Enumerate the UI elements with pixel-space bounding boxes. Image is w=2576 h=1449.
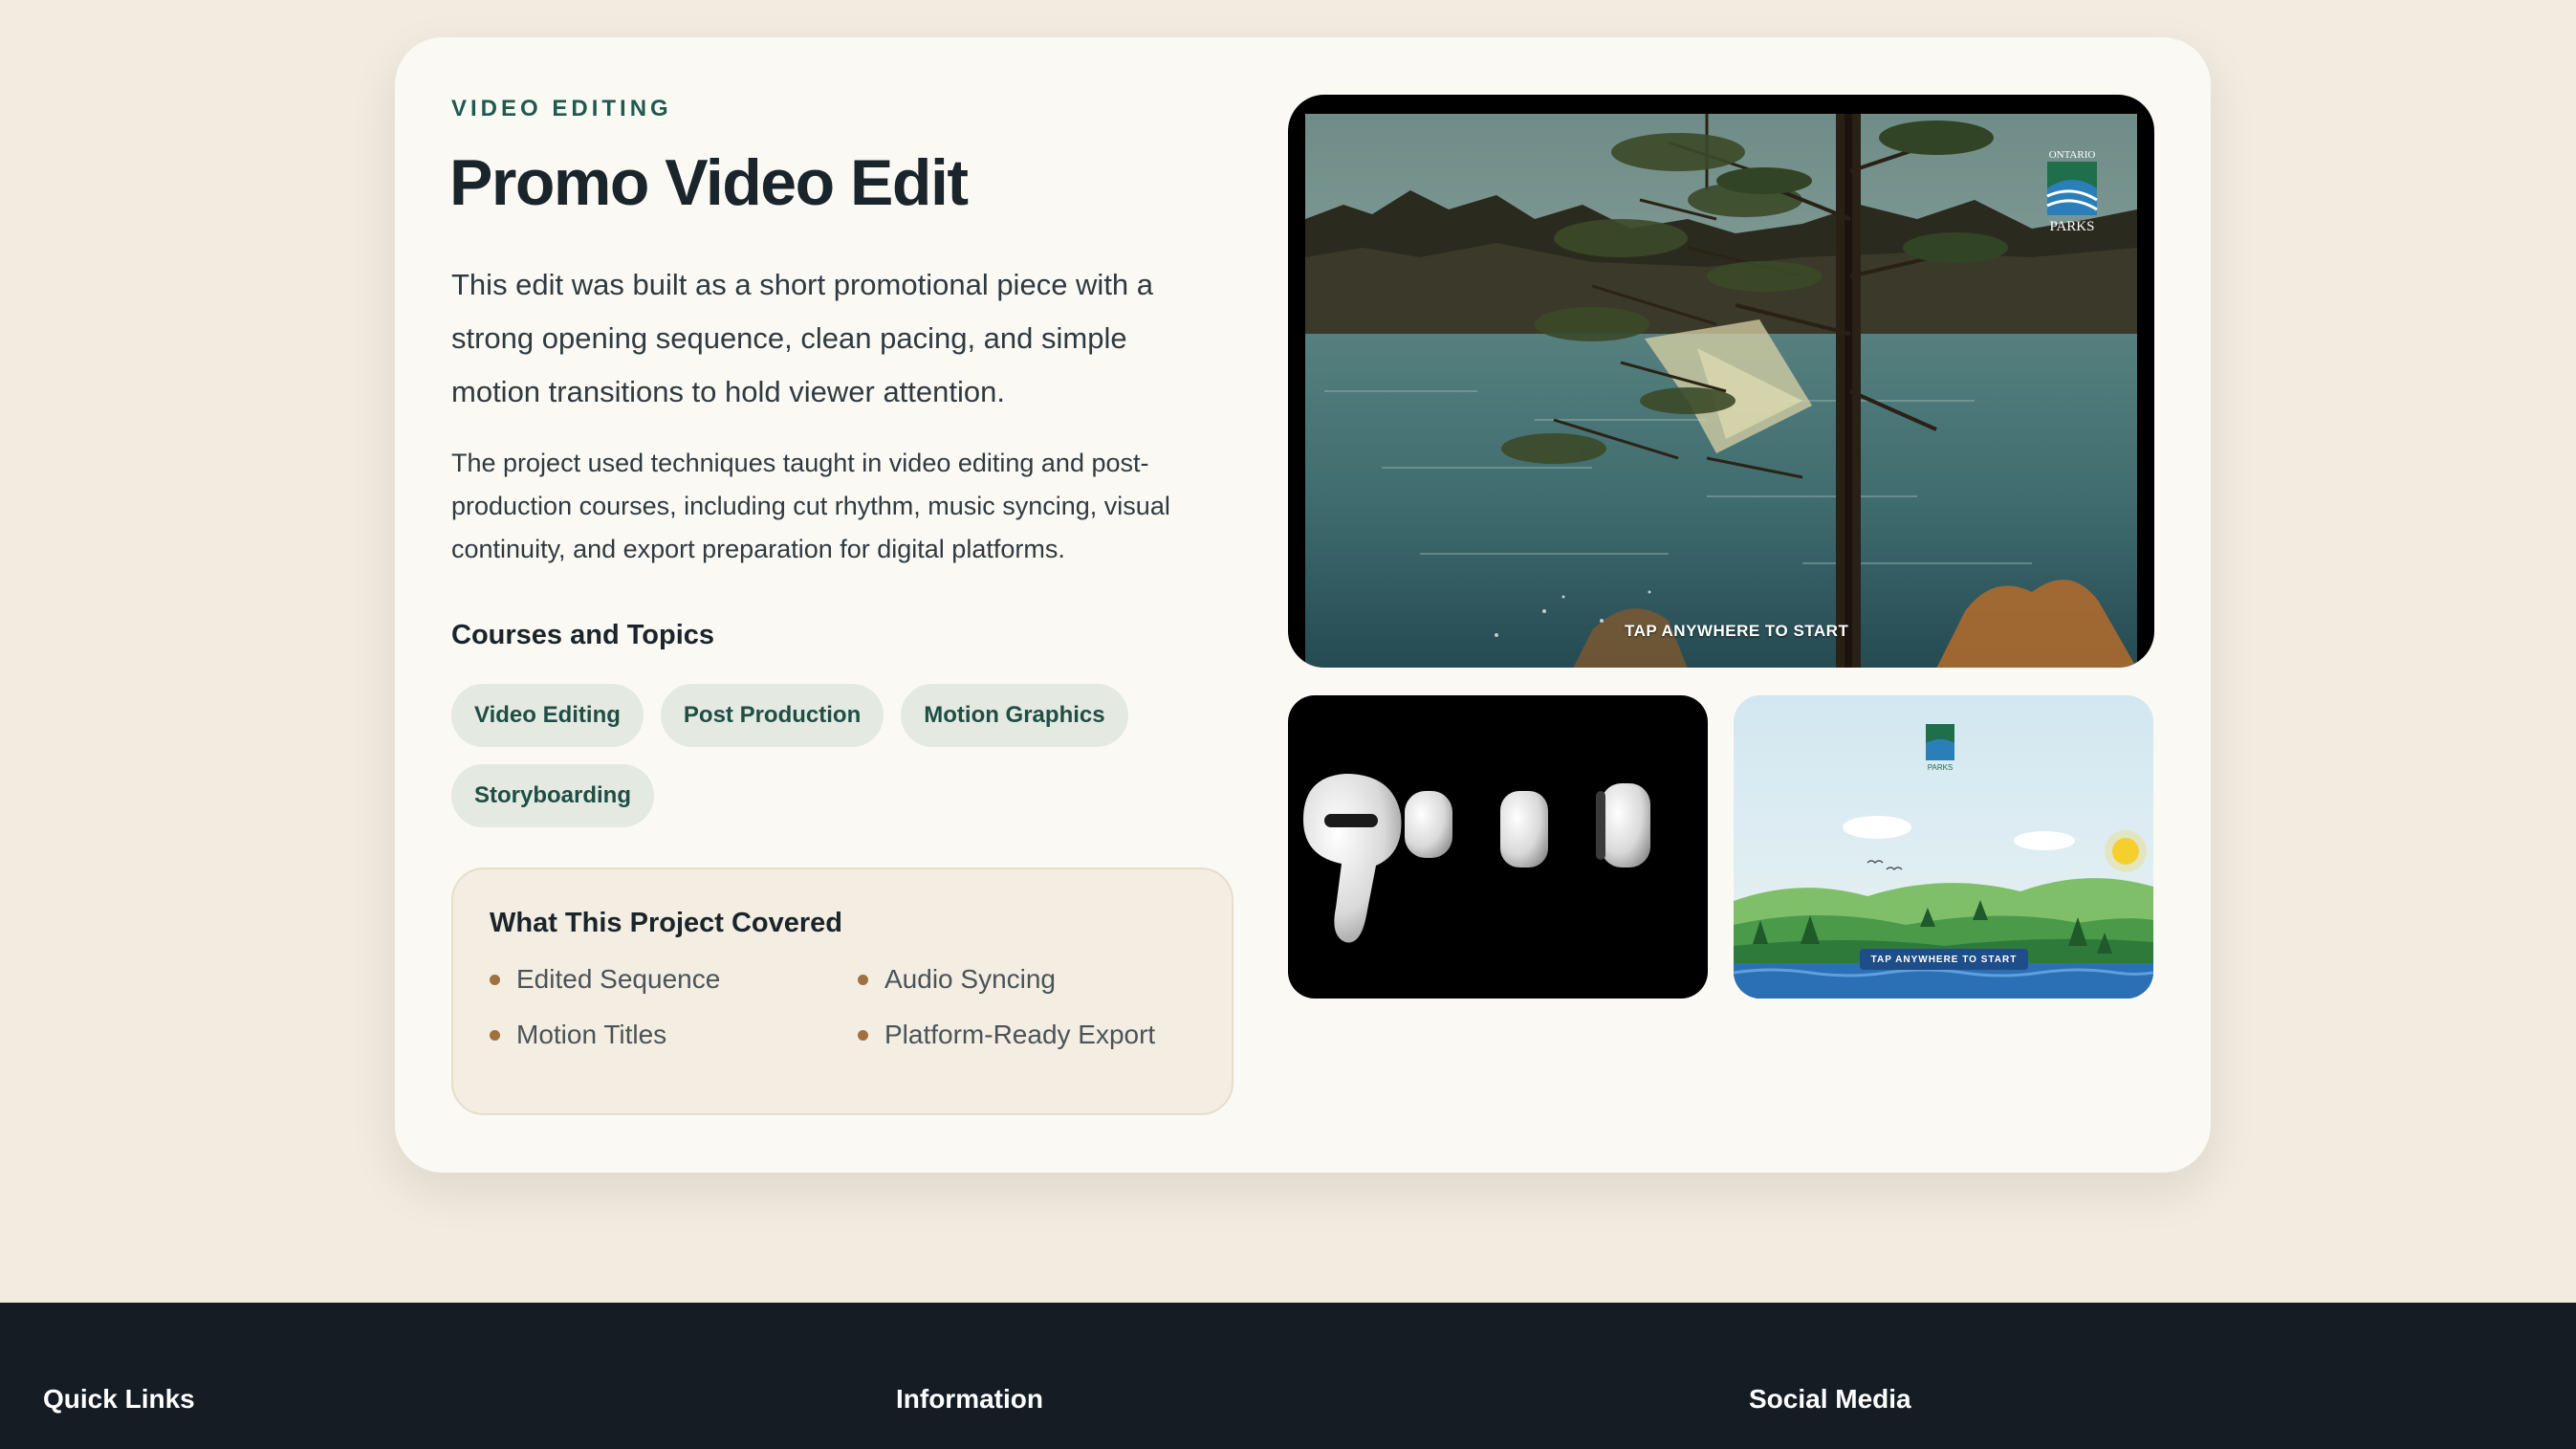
topic-chip-post-production[interactable]: Post Production — [660, 684, 884, 747]
cartoon-tap-to-start-label[interactable]: TAP ANYWHERE TO START — [1860, 949, 2028, 970]
covered-title: What This Project Covered — [490, 908, 843, 938]
footer-quick-links-heading: Quick Links — [43, 1384, 195, 1414]
cartoon-logo-text: PARKS — [1928, 763, 1954, 772]
covered-item-label: Edited Sequence — [516, 964, 721, 994]
covered-item-label: Motion Titles — [516, 1020, 667, 1049]
topic-chip-storyboarding[interactable]: Storyboarding — [451, 764, 655, 827]
tap-to-start-label[interactable]: TAP ANYWHERE TO START — [1625, 622, 1848, 641]
covered-item-label: Audio Syncing — [884, 964, 1057, 994]
lake-video-frame: ONTARIO PARKS — [1305, 114, 2137, 668]
footer-social-media-heading: Social Media — [1749, 1384, 1911, 1414]
covered-item-label: Platform-Ready Export — [884, 1020, 1156, 1049]
covered-item: Platform-Ready Export — [858, 1020, 1226, 1050]
cartoon-video-preview[interactable]: PARKS TAP ANYWHERE TO START — [1734, 695, 2153, 999]
bullet-icon — [858, 974, 868, 985]
earbuds-frame — [1303, 774, 1650, 943]
bullet-icon — [858, 1029, 868, 1041]
logo-text-bottom: PARKS — [2050, 219, 2095, 234]
topics-heading: Courses and Topics — [451, 620, 715, 650]
covered-item: Audio Syncing — [858, 964, 1226, 995]
covered-item: Edited Sequence — [490, 964, 858, 995]
topic-chip-motion-graphics[interactable]: Motion Graphics — [901, 684, 1128, 747]
project-description: The project used techniques taught in vi… — [451, 449, 1170, 563]
footer-information-heading: Information — [896, 1384, 1043, 1414]
project-lead: This edit was built as a short promotion… — [451, 268, 1154, 408]
project-covered-box: What This Project Covered Edited Sequenc… — [451, 867, 1233, 1115]
logo-text-top: ONTARIO — [2049, 149, 2096, 161]
project-title: Promo Video Edit — [449, 146, 969, 219]
bullet-icon — [490, 1029, 500, 1041]
topic-chip-video-editing[interactable]: Video Editing — [451, 684, 644, 747]
earbuds-video-preview[interactable] — [1288, 695, 1708, 999]
site-footer — [0, 1303, 2576, 1449]
bullet-icon — [490, 974, 500, 985]
project-category: VIDEO EDITING — [451, 96, 672, 121]
covered-list: Edited Sequence Audio Syncing Motion Tit… — [490, 964, 1195, 1050]
covered-item: Motion Titles — [490, 1020, 858, 1050]
topic-chips: Video Editing Post Production Motion Gra… — [451, 684, 1235, 827]
main-video-preview[interactable]: ONTARIO PARKS — [1288, 95, 2154, 668]
